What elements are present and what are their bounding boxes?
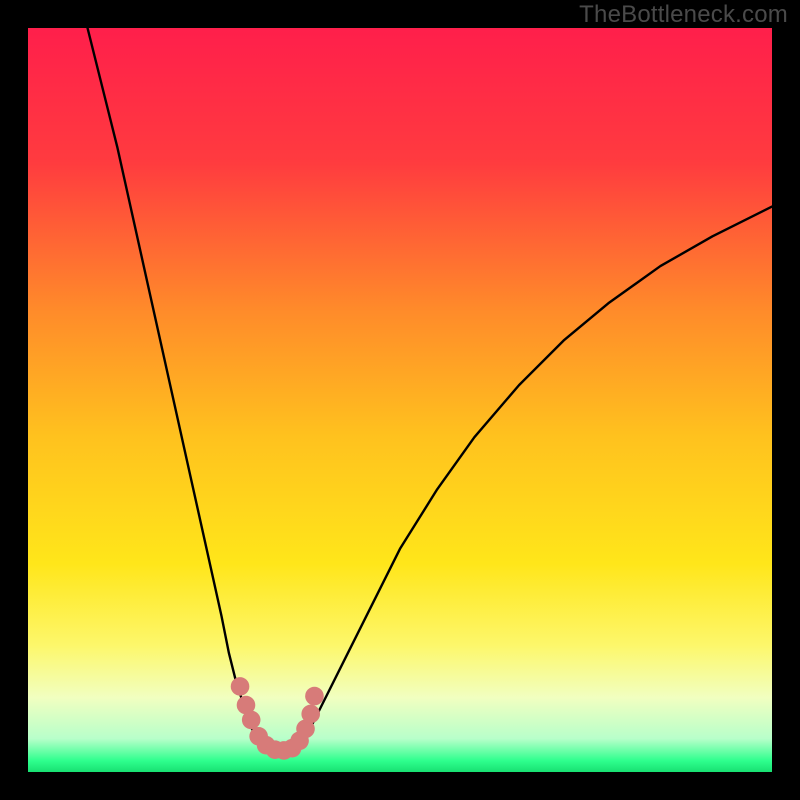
chart-frame: TheBottleneck.com xyxy=(0,0,800,800)
watermark-text: TheBottleneck.com xyxy=(579,1,788,29)
chart-plot-area xyxy=(28,28,772,772)
series-right-rising-curve xyxy=(296,207,772,750)
marker-point xyxy=(305,687,324,706)
marker-point xyxy=(301,705,320,724)
marker-point xyxy=(231,677,250,696)
marker-point xyxy=(242,711,261,730)
chart-curves-layer xyxy=(28,28,772,772)
series-left-falling-curve xyxy=(88,28,267,750)
